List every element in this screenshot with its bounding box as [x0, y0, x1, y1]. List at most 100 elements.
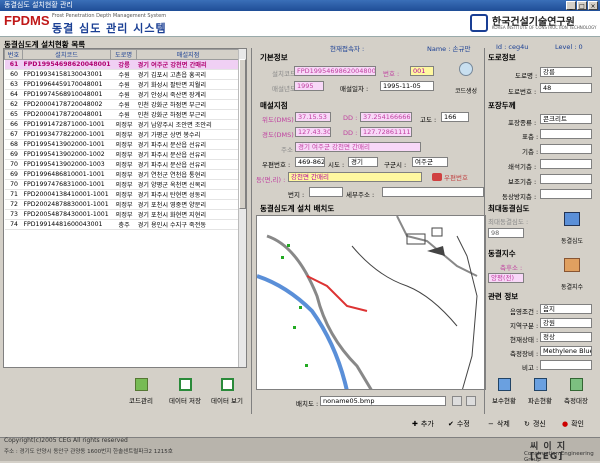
cell-location: 경기 여주군 강천면 간매리 — [136, 59, 240, 70]
damage-status-button[interactable]: 파손현황 — [523, 378, 557, 405]
pavement-type-label: 포장종류 : — [508, 119, 537, 127]
number-field[interactable]: 001 — [410, 66, 434, 76]
data-save-button[interactable]: 데이터 저장 — [164, 378, 206, 405]
col-header-no[interactable]: 번호 — [4, 49, 23, 60]
cell-code: FPD1997476831000-1001 — [22, 179, 111, 190]
install-code-field[interactable]: FPD19954698620048001 — [294, 66, 376, 76]
grid-scrollbar[interactable] — [238, 49, 246, 367]
maximize-icon[interactable]: □ — [577, 1, 587, 10]
table-row[interactable]: 72 FPD20024878830001-1001 의정부 경기 포천시 영중면 양문… — [4, 199, 240, 210]
frost-index-button[interactable]: 동결지수 — [554, 258, 590, 291]
frost-protection-field[interactable] — [540, 189, 592, 199]
latitude-field[interactable]: 37.15.53 — [295, 112, 331, 122]
gugun-label: 구군시 : — [384, 161, 407, 169]
sido-field[interactable]: 경기 — [348, 157, 378, 167]
weather-station-label: 측후소 : — [500, 264, 523, 272]
surface-layer-field[interactable] — [540, 129, 592, 139]
table-row[interactable]: 60 FPD19934158130043001 수원 경기 김포시 고촌읍 홍곡리 — [4, 69, 240, 80]
map-browse-icon[interactable] — [452, 396, 462, 406]
bunji-field[interactable] — [309, 187, 343, 197]
road-name-field[interactable]: 강릉 — [540, 67, 592, 77]
cell-no: 61 — [4, 59, 23, 70]
altitude-field[interactable]: 166 — [441, 112, 469, 122]
shade-field[interactable]: 음지 — [540, 304, 592, 314]
gugun-field[interactable]: 여주군 — [412, 157, 448, 167]
install-year-field[interactable]: 1995 — [294, 81, 324, 91]
crushed-base-field[interactable] — [540, 159, 592, 169]
table-row[interactable]: 69 FPD1995413902000-1002 의정부 경기 파주시 문산읍 선유리 — [4, 149, 240, 160]
install-date-field[interactable]: 1995-11-05 — [380, 81, 434, 91]
map-file-field[interactable]: noname05.bmp — [320, 396, 446, 406]
delete-icon: − — [488, 420, 494, 428]
cell-code: FPD19954698620048001 — [22, 59, 111, 70]
measurement-log-button[interactable]: 측정대장 — [559, 378, 593, 405]
table-row[interactable]: 73 FPD20054878430001-1001 의정부 경기 포천시 화현면 지현… — [4, 209, 240, 220]
table-row[interactable]: 66 FPD1991472871000-1001 의정부 경기 남양주시 조안면 조안… — [4, 119, 240, 130]
pavement-type-field[interactable]: 콘크리트 — [540, 114, 592, 124]
table-row[interactable]: 71 FPD20004138410001-1001 의정부 경기 파주시 탄현면 성동… — [4, 189, 240, 200]
zipcode-field[interactable]: 469-862 — [295, 157, 325, 167]
scroll-thumb[interactable] — [239, 59, 246, 209]
cell-no: 66 — [4, 119, 23, 130]
zipcode-search-button[interactable]: 우편번호 — [432, 172, 468, 182]
user-level: Level : 0 — [555, 43, 583, 51]
region-field[interactable]: 강원 — [540, 318, 592, 328]
cell-no: 72 — [4, 199, 23, 210]
location-title: 매설지점 — [260, 101, 288, 110]
install-list-grid[interactable]: 번호 설치코드 도로명 매설지점 61 FPD19954698620048001 강… — [3, 48, 247, 368]
data-view-label: 데이터 보기 — [211, 397, 243, 405]
table-row[interactable]: 70 FPD1995413902000-1003 의정부 경기 파주시 문산읍 선유리 — [4, 159, 240, 170]
address-field[interactable]: 경기 여주군 강천면 간매리 — [295, 142, 421, 152]
table-row[interactable]: 64 FPD19974568910048001 수원 경기 안성시 죽산면 장계리 — [4, 89, 240, 100]
cell-no: 69 — [4, 149, 23, 160]
region-label: 지역구분 : — [510, 322, 539, 330]
repair-icon — [497, 378, 511, 391]
close-icon[interactable]: × — [588, 1, 598, 10]
frost-depth-button[interactable]: 동결심도 — [554, 212, 590, 245]
lon-dd-field[interactable]: 127.72861111 — [360, 127, 412, 137]
grid-header-row: 번호 설치코드 도로명 매설지점 — [4, 49, 240, 60]
code-manage-button[interactable]: 코드관리 — [124, 378, 158, 405]
measurement-icon — [569, 378, 583, 391]
repair-status-button[interactable]: 보수현황 — [487, 378, 521, 405]
crushed-base-label: 쇄석기층 : — [508, 163, 537, 171]
longitude-field[interactable]: 127.43.30 — [295, 127, 331, 137]
max-depth-field[interactable]: 98 — [488, 228, 524, 238]
subbase-field[interactable] — [540, 174, 592, 184]
col-header-code[interactable]: 설치코드 — [21, 49, 112, 60]
table-row[interactable]: 74 FPD19914481600043001 충주 경기 용인시 수지구 죽전동 — [4, 219, 240, 230]
sensor-field[interactable]: Methylene Blue — [540, 346, 592, 356]
confirm-button[interactable]: ● 확인 — [562, 419, 584, 429]
lon-dd-label: DD : — [343, 129, 358, 137]
map-clear-icon[interactable] — [466, 396, 476, 406]
data-view-button[interactable]: 데이터 보기 — [206, 378, 248, 405]
dong-field[interactable]: 강천면 간매리 — [288, 172, 422, 182]
col-header-road[interactable]: 도로명 — [110, 49, 138, 60]
state-field[interactable]: 정상 — [540, 332, 592, 342]
refresh-button[interactable]: ↻ 갱신 — [524, 419, 546, 429]
code-generate-button[interactable]: 코드생성 — [452, 62, 480, 95]
add-button[interactable]: ✚ 추가 — [412, 419, 434, 429]
install-layout-map[interactable] — [256, 215, 486, 390]
weather-station-field[interactable]: 양평(전) — [488, 273, 524, 283]
cell-road: 의정부 — [110, 199, 137, 210]
edit-button[interactable]: ✔ 수정 — [448, 419, 470, 429]
table-row[interactable]: 62 FPD20004178720048002 수원 인천 강화군 하점면 부근리 — [4, 99, 240, 110]
table-row[interactable]: 69 FPD1996486810001-1001 의정부 경기 연천군 연천읍 통현리 — [4, 169, 240, 180]
detail-address-field[interactable] — [382, 187, 484, 197]
lat-dd-field[interactable]: 37.2541666666 — [360, 112, 412, 122]
table-row[interactable]: 61 FPD19954698620048001 강릉 경기 여주군 강천면 간매리 — [4, 59, 240, 70]
table-row[interactable]: 68 FPD1995413902000-1001 의정부 경기 파주시 문산읍 선유리 — [4, 139, 240, 150]
delete-button[interactable]: − 삭제 — [488, 419, 510, 429]
table-row[interactable]: 70 FPD1997476831000-1001 의정부 경기 양평군 옥천면 신복리 — [4, 179, 240, 190]
table-row[interactable]: 67 FPD1993477822000-1001 의정부 경기 가평군 상면 봉수리 — [4, 129, 240, 140]
road-number-label: 도로번호 : — [508, 88, 537, 96]
note-field[interactable] — [540, 360, 592, 370]
table-row[interactable]: 63 FPD19964459170048001 수원 경기 화성시 팔탄면 지월리 — [4, 79, 240, 90]
table-row[interactable]: 65 FPD20004178720048001 수원 인천 강화군 하점면 부근리 — [4, 109, 240, 120]
cell-road: 의정부 — [110, 159, 137, 170]
col-header-location[interactable]: 매설지점 — [136, 49, 240, 60]
road-number-field[interactable]: 48 — [540, 83, 592, 93]
base-layer-field[interactable] — [540, 144, 592, 154]
minimize-icon[interactable]: _ — [566, 1, 576, 10]
